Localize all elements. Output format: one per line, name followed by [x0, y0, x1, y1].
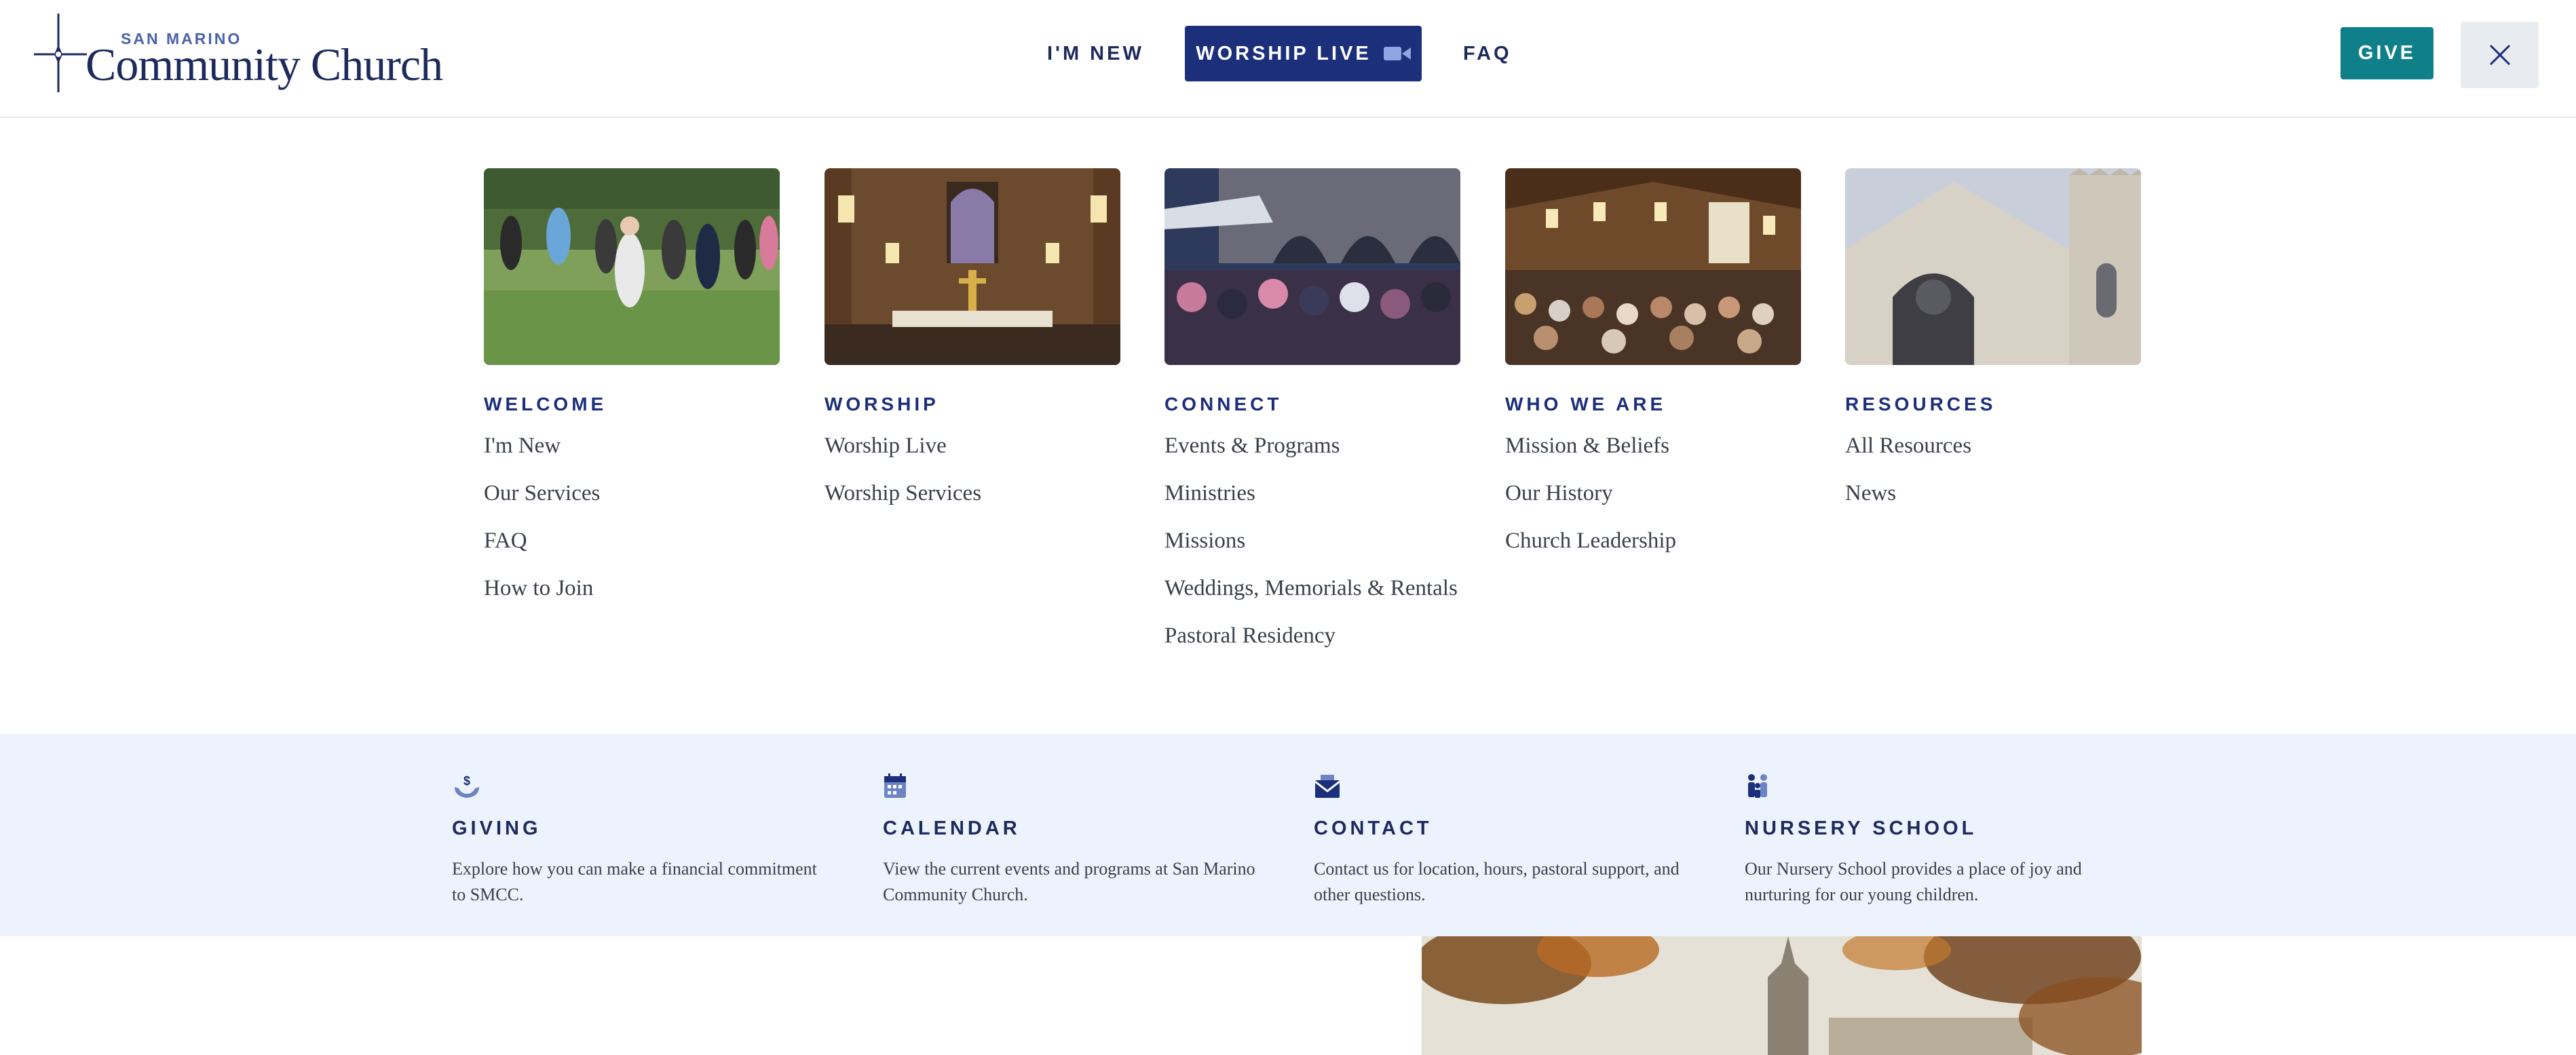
menu-column-worship: WORSHIP Worship Live Worship Services	[825, 168, 1120, 525]
page-content-area	[0, 936, 1422, 1055]
menu-link[interactable]: Our Services	[484, 478, 780, 510]
menu-link[interactable]: I'm New	[484, 430, 780, 462]
giving-hands-icon: $	[455, 774, 479, 798]
menu-link-list: All Resources News	[1845, 430, 2141, 510]
logo-title: Community Church	[86, 39, 443, 90]
quick-link-nursery-school[interactable]: NURSERY SCHOOL Our Nursery School provid…	[1745, 773, 2125, 908]
menu-heading: WHO WE ARE	[1505, 394, 1667, 415]
menu-link[interactable]: All Resources	[1845, 430, 2141, 462]
sanctuary-altar-photo[interactable]	[825, 168, 1120, 365]
menu-link[interactable]: How to Join	[484, 573, 780, 605]
menu-heading: WELCOME	[484, 394, 607, 415]
menu-link[interactable]: News	[1845, 478, 2141, 510]
menu-link[interactable]: Missions	[1164, 525, 1460, 557]
menu-link[interactable]: Our History	[1505, 478, 1801, 510]
menu-link[interactable]: Events & Programs	[1164, 430, 1460, 462]
quick-link-calendar[interactable]: CALENDAR View the current events and pro…	[883, 773, 1263, 908]
quick-link-description: Contact us for location, hours, pastoral…	[1314, 859, 1680, 904]
worship-live-button[interactable]: WORSHIP LIVE	[1185, 26, 1422, 81]
nav-faq[interactable]: FAQ	[1463, 26, 1512, 81]
menu-link[interactable]: Weddings, Memorials & Rentals	[1164, 573, 1460, 605]
menu-link[interactable]: Church Leadership	[1505, 525, 1801, 557]
envelope-icon	[1314, 775, 1340, 798]
family-icon	[1748, 774, 1767, 798]
menu-column-welcome: WELCOME I'm New Our Services FAQ How to …	[484, 168, 780, 620]
calendar-icon	[884, 773, 906, 798]
quick-links-bar: $ GIVING Explore how you can make a fina…	[0, 734, 2576, 936]
menu-column-resources: RESOURCES All Resources News	[1845, 168, 2141, 525]
menu-column-who-we-are: WHO WE ARE Mission & Beliefs Our History…	[1505, 168, 1801, 573]
site-header: SAN MARINO Community Church I'M NEW WORS…	[0, 0, 2576, 118]
video-camera-icon	[1383, 47, 1411, 60]
menu-heading: WORSHIP	[825, 394, 939, 415]
quick-link-title: NURSERY SCHOOL	[1745, 818, 1977, 839]
quick-link-title: CONTACT	[1314, 818, 1433, 839]
menu-link-list: Events & Programs Ministries Missions We…	[1164, 430, 1460, 652]
menu-column-connect: CONNECT Events & Programs Ministries Mis…	[1164, 168, 1460, 668]
quick-link-giving[interactable]: $ GIVING Explore how you can make a fina…	[452, 773, 832, 908]
quick-link-title: GIVING	[452, 818, 542, 839]
church-facade-photo[interactable]	[1845, 168, 2141, 365]
site-logo[interactable]: SAN MARINO Community Church	[33, 12, 443, 94]
quick-link-description: Explore how you can make a financial com…	[452, 859, 817, 904]
close-menu-button[interactable]	[2461, 22, 2539, 88]
menu-link-list: Mission & Beliefs Our History Church Lea…	[1505, 430, 1801, 557]
church-steeple-photo	[1422, 936, 2142, 1055]
cross-logo-icon	[34, 14, 87, 92]
courtyard-crowd-photo[interactable]	[1164, 168, 1460, 365]
menu-link-list: I'm New Our Services FAQ How to Join	[484, 430, 780, 605]
svg-text:$: $	[463, 774, 470, 788]
nav-im-new[interactable]: I'M NEW	[1047, 26, 1144, 81]
quick-link-contact[interactable]: CONTACT Contact us for location, hours, …	[1314, 773, 1694, 908]
menu-link[interactable]: Worship Live	[825, 430, 1120, 462]
menu-link[interactable]: Ministries	[1164, 478, 1460, 510]
worship-live-label: WORSHIP LIVE	[1196, 42, 1371, 64]
give-button[interactable]: GIVE	[2341, 27, 2433, 79]
quick-link-description: Our Nursery School provides a place of j…	[1745, 859, 2082, 904]
menu-heading: CONNECT	[1164, 394, 1283, 415]
quick-link-description: View the current events and programs at …	[883, 859, 1255, 904]
sanctuary-congregation-photo[interactable]	[1505, 168, 1801, 365]
close-icon	[2489, 44, 2510, 66]
quick-link-title: CALENDAR	[883, 818, 1021, 839]
menu-link[interactable]: FAQ	[484, 525, 780, 557]
congregation-waving-photo[interactable]	[484, 168, 780, 365]
menu-link[interactable]: Mission & Beliefs	[1505, 430, 1801, 462]
menu-heading: RESOURCES	[1845, 394, 1996, 415]
menu-link[interactable]: Pastoral Residency	[1164, 620, 1460, 652]
menu-link[interactable]: Worship Services	[825, 478, 1120, 510]
menu-link-list: Worship Live Worship Services	[825, 430, 1120, 510]
